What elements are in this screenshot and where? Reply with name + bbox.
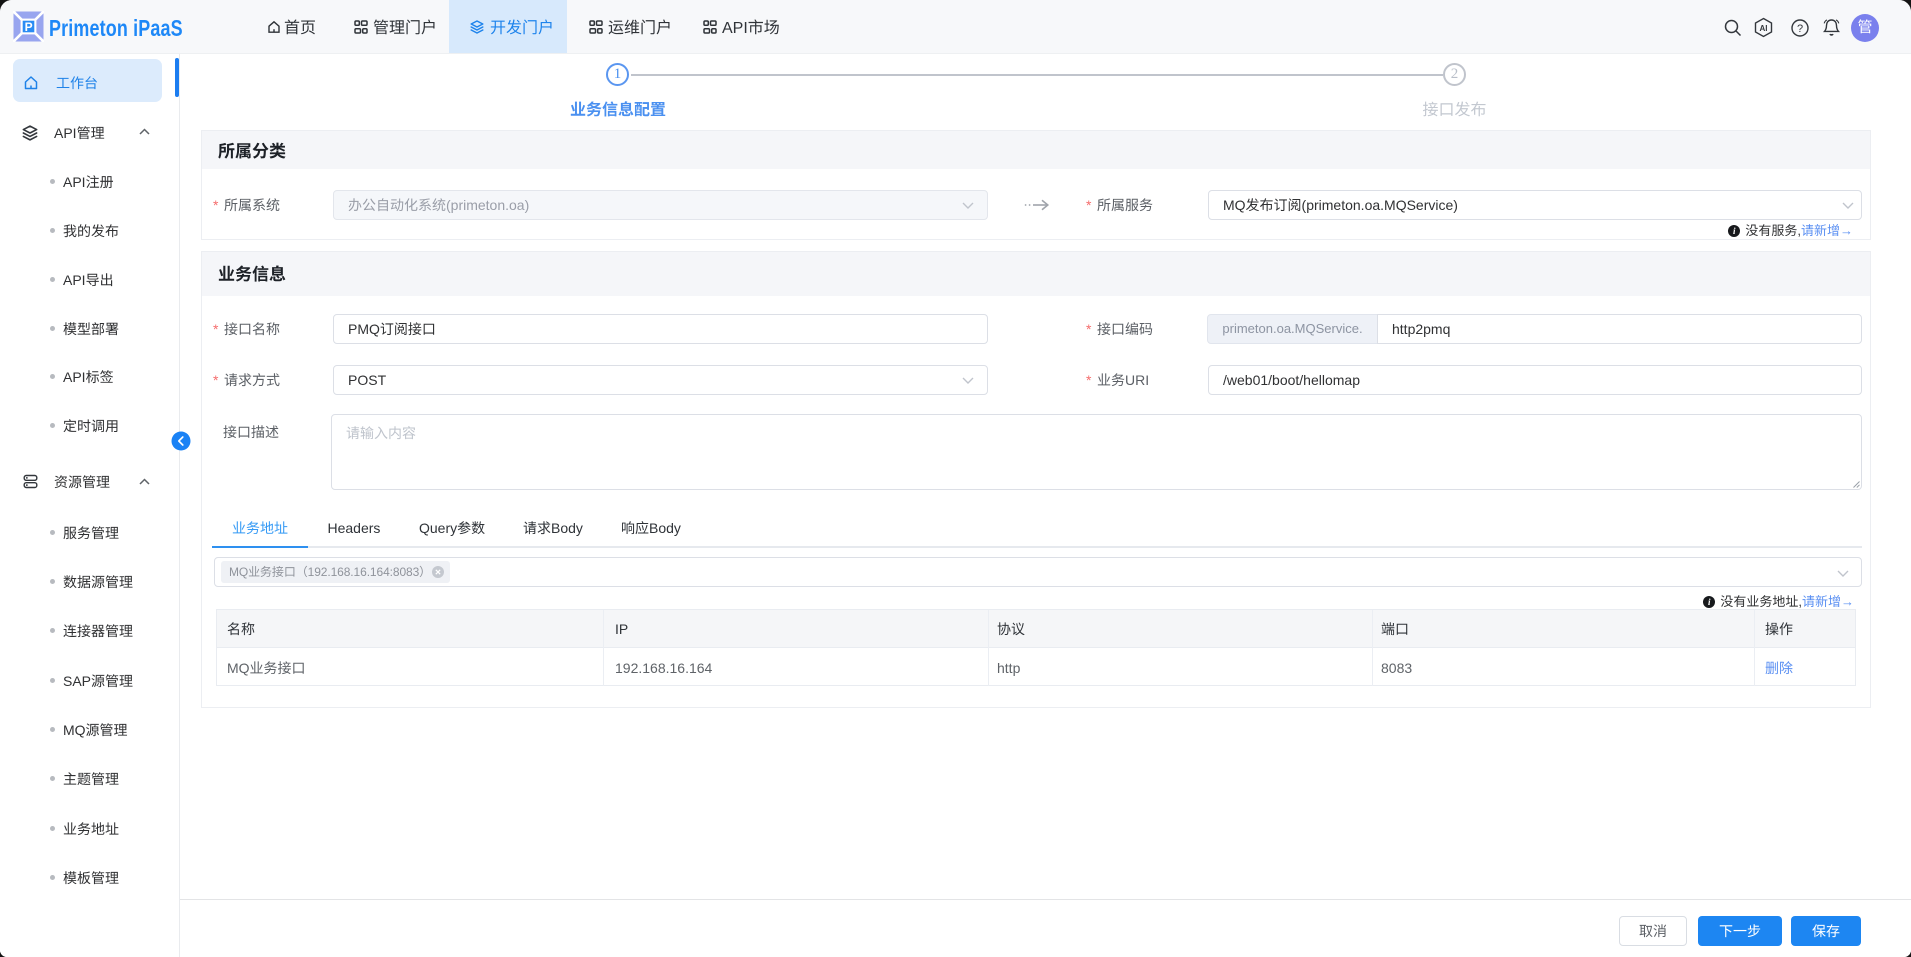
svg-text:AI: AI xyxy=(1760,24,1768,33)
svg-text:?: ? xyxy=(1797,23,1803,35)
svg-text:P: P xyxy=(25,20,33,34)
